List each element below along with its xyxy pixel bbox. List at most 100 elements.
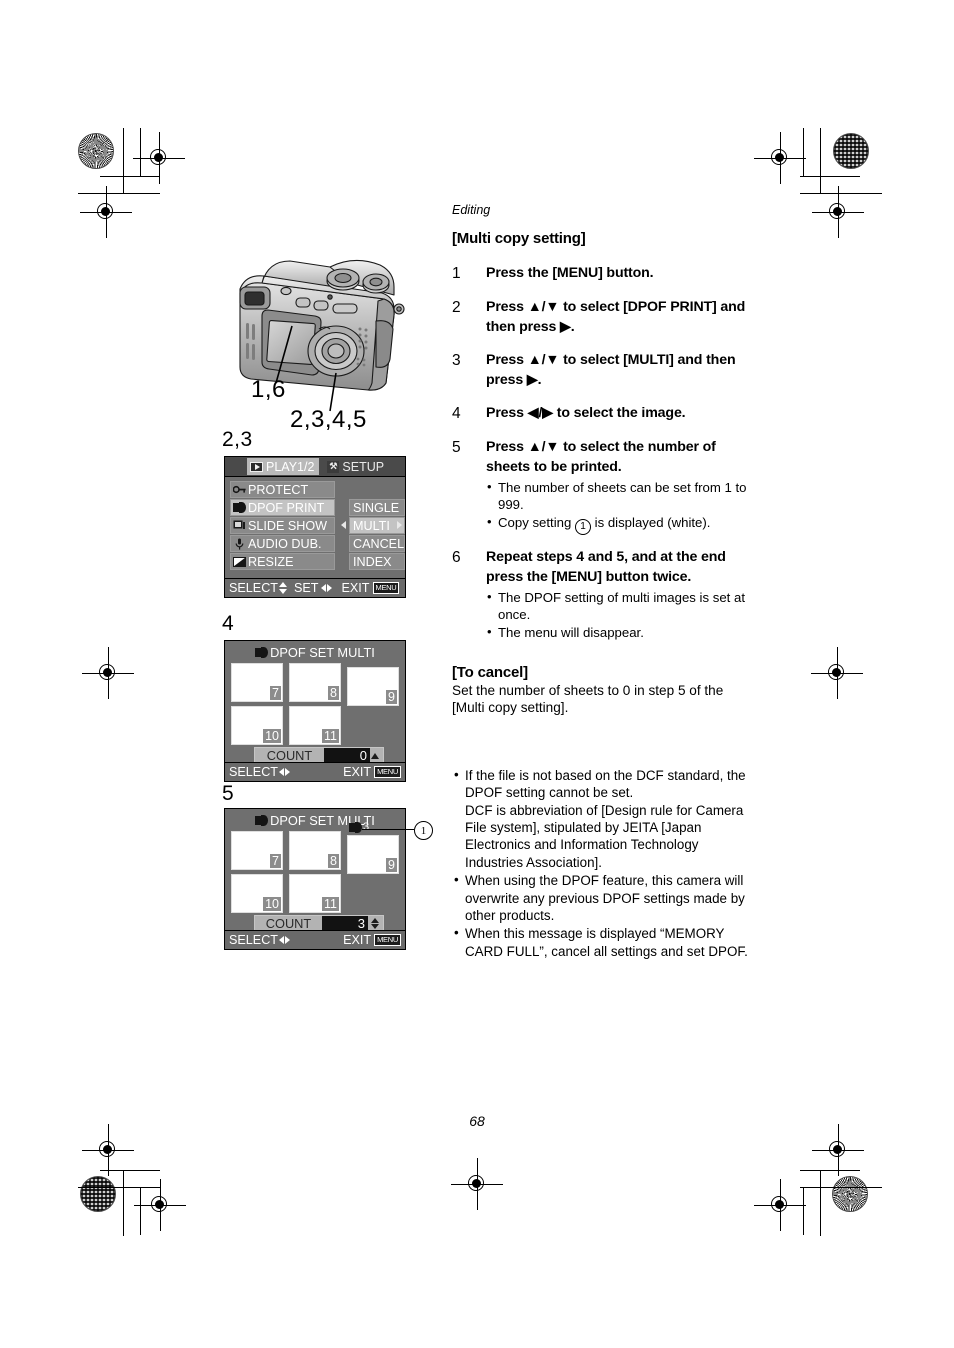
- thumbnail-number: 7: [270, 854, 281, 868]
- ring-bottom-center: [451, 1158, 503, 1210]
- callout-leader-line: [362, 829, 414, 831]
- slideshow-icon: [231, 520, 248, 531]
- step-3: 3 Press ▲/▼ to select [MULTI] and then p…: [452, 351, 752, 390]
- footer-set-label: SET: [294, 581, 319, 595]
- menu-item-resize[interactable]: RESIZE: [230, 553, 335, 570]
- dpof-icon: [349, 821, 362, 833]
- trim-line: [803, 1187, 805, 1235]
- note-item-1: If the file is not based on the DCF stan…: [452, 766, 752, 871]
- ring-top-left-lower: [80, 186, 132, 238]
- step-5-title: Press ▲/▼ to select the number of sheets…: [486, 439, 716, 475]
- menu-item-dpof-print[interactable]: DPOF PRINT: [230, 499, 335, 516]
- copy-count-badge: 3: [349, 821, 369, 833]
- registration-circle-top-left: [78, 133, 114, 169]
- step-2-title: Press ▲/▼ to select [DPOF PRINT] and the…: [486, 299, 746, 335]
- tab-setup[interactable]: ⚒ SETUP: [324, 458, 389, 475]
- thumbnail-item[interactable]: 8: [289, 663, 341, 702]
- step-6: 6 Repeat steps 4 and 5, and at the end p…: [452, 548, 752, 642]
- dpof-icon: [255, 814, 269, 826]
- option-index[interactable]: INDEX: [349, 553, 405, 570]
- menu-footer: SELECT SET EXIT MENU: [225, 578, 405, 597]
- text-column: Editing [Multi copy setting] 1 Press the…: [452, 203, 752, 961]
- trim-line: [140, 1187, 142, 1235]
- to-cancel-heading: [To cancel]: [452, 663, 528, 681]
- thumbnail-number: 8: [328, 854, 339, 868]
- step-6-title: Repeat steps 4 and 5, and at the end pre…: [486, 549, 726, 585]
- note-item-3: When this message is displayed “MEMORY C…: [452, 924, 752, 960]
- trim-line: [123, 1170, 125, 1236]
- thumbnail-item-selected[interactable]: 9: [347, 835, 399, 874]
- thumbnail-item[interactable]: 8: [289, 831, 341, 870]
- figure-step-mark-multi: 4: [222, 612, 235, 635]
- left-right-arrows-icon: [279, 936, 290, 944]
- tab-play[interactable]: PLAY1/2: [247, 458, 320, 475]
- section-title: [Multi copy setting]: [452, 230, 586, 247]
- setup-tools-icon: ⚒: [327, 460, 340, 473]
- step-4: 4 Press ◀/▶ to select the image.: [452, 404, 752, 424]
- menu-button-badge: MENU: [374, 934, 401, 946]
- trim-line: [100, 1170, 160, 1172]
- to-cancel-text: Set the number of sheets to 0 in step 5 …: [452, 682, 724, 716]
- count-value: 3: [322, 916, 368, 931]
- note-item-2: When using the DPOF feature, this camera…: [452, 871, 752, 924]
- up-arrow-icon[interactable]: [371, 752, 379, 759]
- play-icon: [250, 461, 263, 472]
- arrow-left-icon: [341, 521, 346, 529]
- step-4-number: 4: [452, 405, 461, 422]
- trim-line: [800, 193, 882, 195]
- figure-step-mark-menu: 2,3: [222, 428, 253, 451]
- thumbnail-grid-step4: 7 8 9 10 11: [231, 663, 401, 747]
- step-1-number: 1: [452, 265, 461, 282]
- menu-item-resize-label: RESIZE: [248, 554, 294, 569]
- thumbnail-number: 7: [270, 686, 281, 700]
- menu-item-slide-show[interactable]: SLIDE SHOW: [230, 517, 335, 534]
- callout-circle-1-label: 1: [420, 824, 427, 837]
- ring-top-right-lower: [812, 186, 864, 238]
- thumbnail-item[interactable]: 10: [231, 706, 283, 745]
- trim-line: [78, 193, 160, 195]
- trim-line: [100, 176, 160, 178]
- menu-item-protect[interactable]: PROTECT: [230, 481, 335, 498]
- left-right-arrows-icon: [320, 584, 332, 592]
- up-down-arrows-icon[interactable]: [371, 917, 379, 930]
- ring-top-right: [754, 132, 806, 184]
- count-label: COUNT: [265, 916, 312, 931]
- thumbnail-grid-step5: 7 8 9 10 11 3: [231, 821, 401, 915]
- count-label: COUNT: [266, 748, 313, 763]
- thumbnail-item[interactable]: 7: [231, 831, 283, 870]
- step-2-number: 2: [452, 299, 461, 316]
- trim-line: [140, 128, 142, 176]
- step-6-bullet-1: The DPOF setting of multi images is set …: [486, 588, 752, 623]
- ring-right-middle: [811, 647, 863, 699]
- screen-title-step4-label: DPOF SET MULTI: [270, 644, 375, 660]
- thumbnail-number: 9: [386, 858, 397, 872]
- step-6-bullets: The DPOF setting of multi images is set …: [486, 588, 752, 642]
- trim-line: [800, 1170, 860, 1172]
- trim-line: [820, 1170, 822, 1236]
- screen-footer-step5: SELECT EXIT MENU: [225, 930, 405, 949]
- callout-circle-1: 1: [414, 821, 433, 840]
- thumbnail-item[interactable]: 10: [231, 874, 283, 913]
- menu-item-protect-label: PROTECT: [248, 482, 309, 497]
- thumbnail-item[interactable]: 7: [231, 663, 283, 702]
- left-right-arrows-icon: [279, 768, 290, 776]
- microphone-icon: [231, 538, 248, 550]
- thumbnail-item[interactable]: 9: [347, 667, 399, 706]
- option-single[interactable]: SINGLE: [349, 499, 405, 516]
- screen-footer-step4: SELECT EXIT MENU: [225, 762, 405, 781]
- step-3-number: 3: [452, 352, 461, 369]
- ring-bottom-left-upper: [82, 1124, 134, 1176]
- trim-line: [820, 128, 822, 194]
- menu-item-audio-dub[interactable]: AUDIO DUB.: [230, 535, 335, 552]
- menu-screen[interactable]: PLAY1/2 ⚒ SETUP PROTECT DPOF PRINT SLIDE…: [224, 456, 406, 598]
- step-2: 2 Press ▲/▼ to select [DPOF PRINT] and t…: [452, 298, 752, 337]
- dpof-set-multi-screen-step4[interactable]: DPOF SET MULTI 7 8 9 10 11 COUNT 0 SELEC…: [224, 640, 406, 782]
- option-cancel[interactable]: CANCEL: [349, 535, 405, 552]
- thumbnail-item[interactable]: 11: [289, 874, 341, 913]
- step-5-bullet-1: The number of sheets can be set from 1 t…: [486, 478, 752, 513]
- up-down-arrows-icon: [279, 582, 287, 594]
- thumbnail-number: 10: [263, 897, 281, 911]
- thumbnail-number: 10: [263, 729, 281, 743]
- thumbnail-item[interactable]: 11: [289, 706, 341, 745]
- inline-callout-1: 1: [574, 519, 591, 535]
